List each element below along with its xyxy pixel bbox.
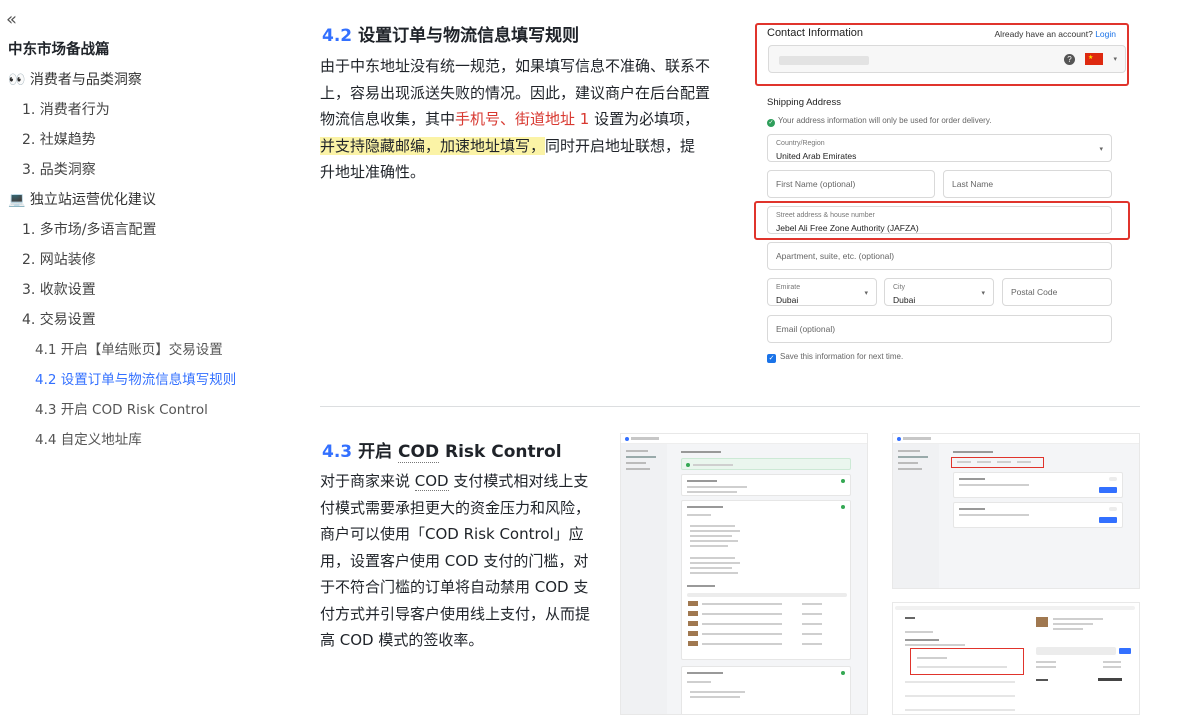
section-title: 设置订单与物流信息填写规则: [358, 26, 580, 46]
admin-sidebar: [893, 444, 939, 588]
toc-item-order-logistics-rules[interactable]: 4.2 设置订单与物流信息填写规则: [35, 370, 236, 390]
admin-top-bar: [621, 434, 867, 444]
save-info-checkbox: ✓ Save this information for next time.: [767, 352, 903, 363]
cod-admin-screenshot-1: [620, 433, 868, 715]
toc-item-store-optimization[interactable]: 💻 独立站运营优化建议: [8, 190, 156, 210]
paragraph-text: 设置为必填项，: [589, 110, 700, 128]
admin-sidebar: [621, 444, 667, 714]
collapse-sidebar-icon[interactable]: «: [6, 10, 17, 30]
first-name-placeholder: First Name (optional): [776, 179, 856, 189]
toc-item-custom-address-library[interactable]: 4.4 自定义地址库: [35, 430, 142, 450]
apartment-field: Apartment, suite, etc. (optional): [767, 242, 1112, 270]
toc-item-cod-risk-control[interactable]: 4.3 开启 COD Risk Control: [35, 400, 208, 420]
section-title: Risk Control: [439, 442, 562, 462]
chevron-down-icon: ▾: [1099, 146, 1103, 153]
app-logo-icon: [897, 437, 901, 441]
email-field: Email (optional): [767, 315, 1112, 343]
table-of-contents: « 中东市场备战篇 👀 消费者与品类洞察 1. 消费者行为 2. 社媒趋势 3.…: [0, 0, 280, 715]
section-number: 4.2: [322, 26, 353, 46]
shipping-address-title: Shipping Address: [767, 97, 841, 108]
city-select: City Dubai ▾: [884, 278, 994, 306]
postal-code-placeholder: Postal Code: [1011, 287, 1058, 297]
save-info-label: Save this information for next time.: [780, 352, 904, 361]
shipping-note: ✓ Your address information will only be u…: [767, 116, 991, 127]
emirate-select: Emirate Dubai ▾: [767, 278, 877, 306]
postal-code-field: Postal Code: [1002, 278, 1112, 306]
section-paragraph-4-2: 由于中东地址没有统一规范，如果填写信息不准确、联系不上，容易出现派送失败的情况。…: [320, 53, 710, 186]
toc-item-consumer-behavior[interactable]: 1. 消费者行为: [22, 100, 110, 120]
shipping-note-text: Your address information will only be us…: [778, 116, 992, 125]
chevron-down-icon: ▾: [981, 290, 985, 297]
chevron-down-icon: ▾: [864, 290, 868, 297]
country-value: United Arab Emirates: [776, 151, 857, 161]
city-value: Dubai: [893, 295, 916, 305]
first-name-field: First Name (optional): [767, 170, 935, 198]
apartment-placeholder: Apartment, suite, etc. (optional): [776, 251, 895, 261]
section-divider: [320, 406, 1140, 407]
last-name-field: Last Name: [943, 170, 1112, 198]
section-title: 开启: [358, 442, 399, 462]
section-heading-4-3: 4.3 开启 COD Risk Control: [322, 437, 562, 463]
toc-item-site-design[interactable]: 2. 网站装修: [22, 250, 96, 270]
country-label: Country/Region: [776, 140, 825, 147]
required-fields-text: 手机号、街道地址 1: [455, 110, 590, 128]
street-highlight-box: [754, 201, 1130, 240]
email-placeholder: Email (optional): [776, 324, 836, 334]
paragraph-text: 对于商家来说: [320, 472, 415, 490]
country-select: Country/Region United Arab Emirates ▾: [767, 134, 1112, 162]
cod-disabled-highlight-box: [910, 648, 1024, 675]
toc-item-multi-market[interactable]: 1. 多市场/多语言配置: [22, 220, 157, 240]
section-title-cod: COD: [398, 442, 440, 463]
admin-top-bar: [893, 434, 1139, 444]
toc-item-social-trends[interactable]: 2. 社媒趋势: [22, 130, 96, 150]
highlighted-text: 并支持隐藏邮编，加速地址填写，: [320, 136, 546, 155]
toc-item-single-checkout[interactable]: 4.1 开启【单结账页】交易设置: [35, 340, 223, 360]
cod-admin-screenshot-2: [892, 433, 1140, 589]
paragraph-text: 支付模式相对线上支付模式需要承担更大的资金压力和风险，商户可以使用「COD Ri…: [320, 472, 591, 649]
section-paragraph-4-3: 对于商家来说 COD 支付模式相对线上支付模式需要承担更大的资金压力和风险，商户…: [320, 468, 595, 654]
cod-term: COD: [414, 472, 449, 491]
emirate-label: Emirate: [776, 284, 801, 291]
section-heading-4-2: 4.2 设置订单与物流信息填写规则: [322, 21, 579, 46]
app-logo-icon: [625, 437, 629, 441]
check-icon: ✓: [767, 119, 775, 127]
toc-item-category-insights[interactable]: 3. 品类洞察: [22, 160, 96, 180]
city-label: City: [893, 284, 906, 291]
checkout-form-screenshot: Contact Information Already have an acco…: [754, 20, 1131, 370]
last-name-placeholder: Last Name: [952, 179, 994, 189]
toc-item-payment-settings[interactable]: 3. 收款设置: [22, 280, 96, 300]
toc-item-middle-east-prep[interactable]: 中东市场备战篇: [8, 40, 110, 60]
checkbox-checked-icon: ✓: [767, 354, 776, 363]
toc-item-checkout-settings[interactable]: 4. 交易设置: [22, 310, 96, 330]
toc-item-consumer-insights[interactable]: 👀 消费者与品类洞察: [8, 70, 142, 90]
section-number: 4.3: [322, 442, 353, 462]
cod-checkout-screenshot: [892, 602, 1140, 715]
contact-highlight-box: [755, 23, 1129, 86]
emirate-value: Dubai: [776, 295, 799, 305]
